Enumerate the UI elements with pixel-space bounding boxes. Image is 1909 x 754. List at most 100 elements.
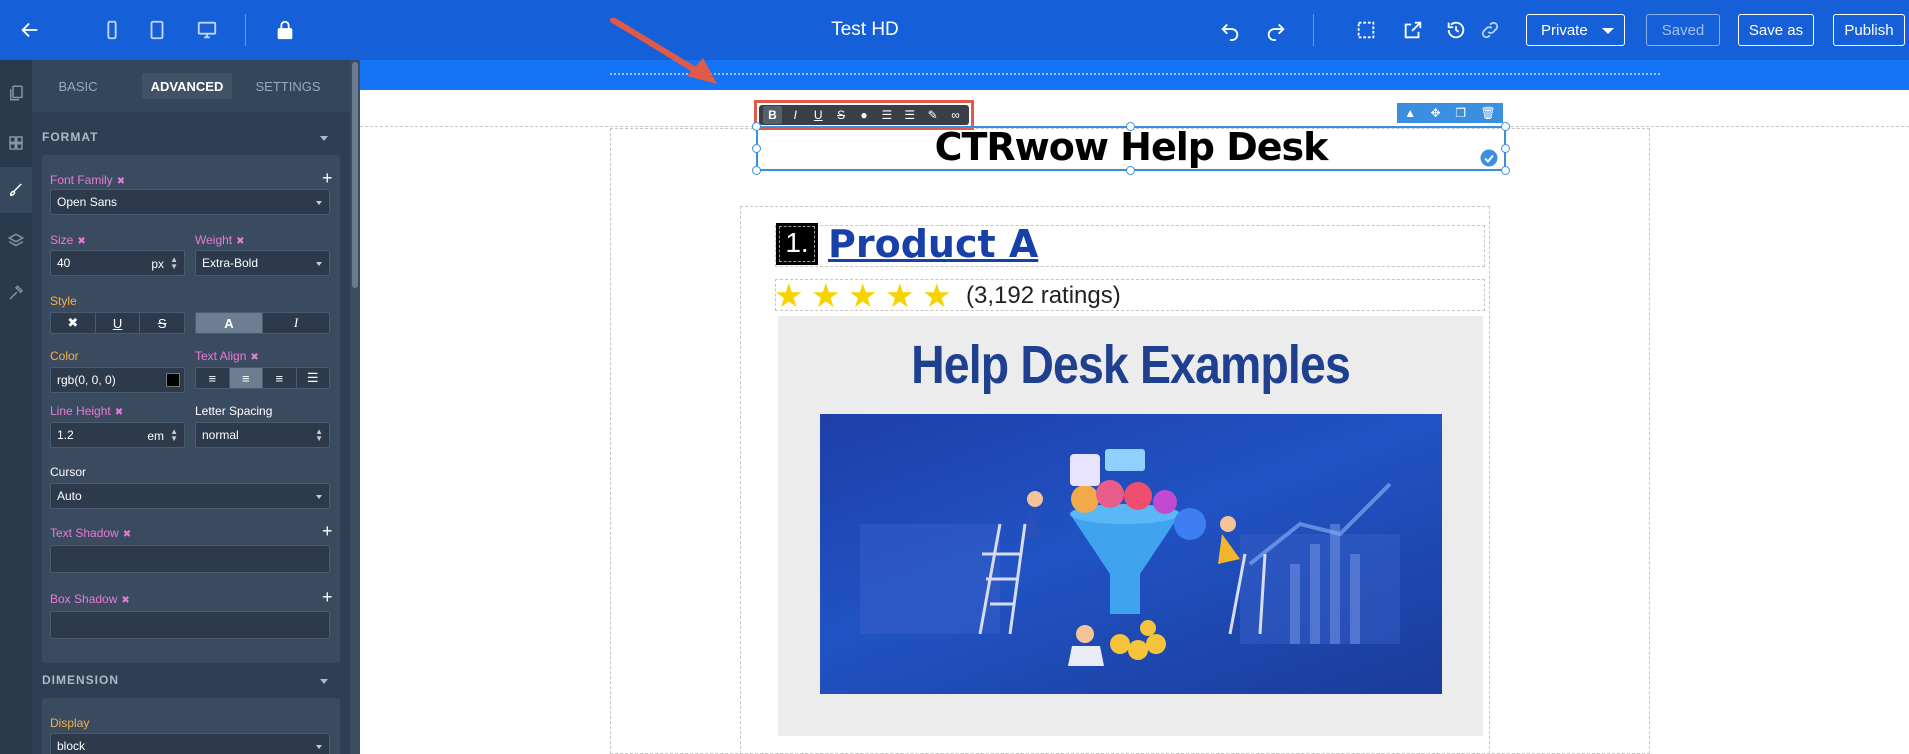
decoration-none-icon[interactable]: ✖ [51, 313, 96, 333]
bold-icon[interactable]: B [763, 106, 782, 124]
stepper-icon[interactable]: ▲ ▼ [170, 256, 178, 271]
clone-icon[interactable]: ❐ [1455, 106, 1466, 120]
weight-value: Extra-Bold [202, 256, 259, 270]
add-box-shadow-icon[interactable]: + [322, 588, 333, 606]
align-left-icon[interactable]: ≡ [196, 368, 230, 388]
select-parent-icon[interactable]: ▲ [1404, 106, 1416, 120]
font-family-select[interactable]: Open Sans [50, 189, 330, 215]
layers-icon[interactable] [0, 218, 32, 264]
text-align-label: Text Align ✖ [195, 349, 259, 363]
text-shadow-list[interactable] [50, 545, 330, 573]
numbered-list-icon[interactable]: ☰ [900, 106, 919, 124]
weight-select[interactable]: Extra-Bold [195, 250, 330, 276]
component-toolbar: ▲ ✥ ❐ 🗑 [1397, 103, 1503, 123]
style-panel: BASIC ADVANCED SETTINGS FORMAT Font Fami… [32, 60, 350, 754]
weight-label: Weight ✖ [195, 233, 245, 247]
preview-external-icon[interactable] [1399, 16, 1427, 44]
help-desk-illustration [820, 414, 1442, 694]
underline-icon[interactable]: U [809, 106, 828, 124]
left-icon-rail [0, 60, 32, 754]
edit-icon[interactable]: ✎ [923, 106, 942, 124]
stepper-icon[interactable]: ▲ ▼ [170, 428, 178, 443]
link-icon[interactable] [1476, 16, 1504, 44]
color-value: rgb(0, 0, 0) [57, 373, 116, 387]
drag-handle[interactable] [610, 73, 1660, 75]
header-section[interactable] [360, 60, 1909, 90]
text-color-drop-icon[interactable]: ● [855, 106, 874, 124]
publish-button[interactable]: Publish [1833, 14, 1905, 46]
funnel-illustration-icon [860, 449, 1400, 666]
scrollbar-thumb[interactable] [352, 62, 358, 288]
tab-basic[interactable]: BASIC [42, 73, 114, 99]
main-heading[interactable]: CTRwow Help Desk [758, 125, 1504, 169]
color-swatch[interactable] [166, 373, 180, 387]
box-shadow-label: Box Shadow ✖ [50, 592, 130, 606]
align-center-icon[interactable]: ≡ [229, 368, 263, 388]
move-icon[interactable]: ✥ [1431, 106, 1441, 120]
product-title-link[interactable]: Product A [828, 222, 1038, 266]
strikethrough-icon[interactable]: S [140, 313, 184, 333]
chevron-down-icon [316, 262, 322, 266]
size-input[interactable]: 40 px ▲ ▼ [50, 250, 185, 276]
italic-icon[interactable]: I [263, 313, 329, 333]
page-title: Test HD [831, 19, 899, 40]
undo-icon[interactable] [1216, 16, 1244, 44]
pages-icon[interactable] [0, 70, 32, 116]
ratings-count: (3,192 ratings) [966, 282, 1121, 309]
chevron-down-icon [316, 201, 322, 205]
chevron-down-icon [316, 495, 322, 499]
box-shadow-list[interactable] [50, 611, 330, 639]
display-select[interactable]: block [50, 733, 330, 754]
normal-style-icon[interactable]: A [196, 313, 263, 333]
top-bar: Test HD Private Saved Save as Publish [0, 0, 1909, 60]
chevron-down-icon [1602, 28, 1614, 34]
line-height-label: Line Height ✖ [50, 404, 124, 418]
redo-icon[interactable] [1262, 16, 1290, 44]
strikethrough-icon[interactable]: S [832, 106, 851, 124]
display-label: Display [50, 716, 90, 730]
item-number-badge[interactable]: 1. [776, 223, 818, 265]
letter-spacing-input[interactable]: normal ▲ ▼ [195, 422, 330, 448]
star-icon: ★ [922, 277, 952, 314]
italic-icon[interactable]: I [786, 106, 805, 124]
underline-icon[interactable]: U [96, 313, 141, 333]
delete-icon[interactable]: 🗑 [1480, 106, 1495, 120]
tab-settings[interactable]: SETTINGS [249, 73, 327, 99]
align-justify-icon[interactable]: ☰ [297, 368, 330, 388]
select-area-icon[interactable] [1352, 16, 1380, 44]
star-icon: ★ [774, 277, 804, 314]
display-value: block [57, 739, 86, 753]
visibility-select[interactable]: Private [1526, 14, 1625, 46]
size-value: 40 [57, 256, 71, 270]
style-brush-icon[interactable] [0, 167, 32, 213]
history-icon[interactable] [1442, 16, 1470, 44]
panel-tabs: BASIC ADVANCED SETTINGS [32, 60, 350, 112]
dimension-section-heading[interactable]: DIMENSION [42, 673, 119, 687]
font-family-label: Font Family ✖ [50, 173, 126, 187]
settings-hammer-icon[interactable] [0, 270, 32, 316]
cursor-label: Cursor [50, 465, 87, 479]
format-section-heading[interactable]: FORMAT [42, 130, 98, 144]
cursor-select[interactable]: Auto [50, 483, 330, 509]
saved-button[interactable]: Saved [1646, 14, 1720, 46]
stepper-icon[interactable]: ▲ ▼ [315, 428, 323, 443]
add-text-shadow-icon[interactable]: + [322, 522, 333, 540]
panel-scrollbar[interactable] [350, 60, 360, 754]
bulleted-list-icon[interactable]: ☰ [877, 106, 896, 124]
product-image[interactable]: Help Desk Examples [778, 316, 1483, 736]
star-icon: ★ [885, 277, 915, 314]
blocks-icon[interactable] [0, 120, 32, 166]
line-height-input[interactable]: 1.2 em ▲ ▼ [50, 422, 185, 448]
tab-advanced[interactable]: ADVANCED [142, 73, 232, 99]
image-title: Help Desk Examples [911, 335, 1351, 395]
chevron-down-icon[interactable] [320, 136, 328, 141]
align-right-icon[interactable]: ≡ [263, 368, 297, 388]
color-input[interactable]: rgb(0, 0, 0) [50, 367, 185, 393]
link-icon[interactable]: ∞ [946, 106, 965, 124]
save-as-button[interactable]: Save as [1738, 14, 1814, 46]
chevron-down-icon[interactable] [320, 679, 328, 684]
style-label: Style [50, 294, 77, 308]
size-unit: px [151, 257, 164, 271]
add-font-family-icon[interactable]: + [322, 169, 333, 187]
star-icon: ★ [848, 277, 878, 314]
